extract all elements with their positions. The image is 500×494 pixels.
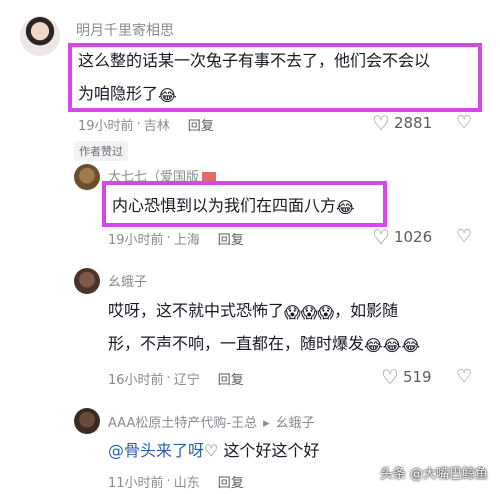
timestamp: 11小时前 [108,476,164,491]
comment-meta: 19小时前 · 上海 回复 [108,229,244,248]
avatar[interactable] [74,408,100,434]
like-count: 519 [402,368,432,386]
avatar[interactable] [74,164,100,190]
broken-heart-icon[interactable]: ♡ [456,114,472,132]
broken-heart-icon[interactable]: ♡ [456,368,472,386]
laugh-emoji-icon: 😂😂😂 [364,336,421,355]
avatar[interactable] [20,16,60,56]
comment-text: @骨头来了呀♡ 这个好这个好 [108,441,320,460]
avatar[interactable] [74,268,100,294]
timestamp: 19小时前 [108,233,164,248]
comment-meta: 16小时前 · 辽宁 回复 [108,369,244,388]
reply-button[interactable]: 回复 [218,472,244,491]
reply-button[interactable]: 回复 [188,115,214,134]
comment-text-part: 为咱隐形了 [78,84,159,103]
comment-author[interactable]: 幺蛾子 [108,271,147,290]
like-count: 2881 [393,114,433,132]
laugh-emoji-icon: 😂 [158,86,177,105]
comment-author[interactable]: 明月千里寄相思 [76,20,174,40]
location: 辽宁 [173,373,200,388]
location: 吉林 [143,119,170,134]
reply-button[interactable]: 回复 [218,369,244,388]
reply-button[interactable]: 回复 [218,229,244,248]
arrow-icon: ▸ [263,416,270,431]
flag-icon [202,172,217,181]
heart-outline-icon: ♡ [372,225,390,249]
comment-text-line: 这么整的话某一次兔子有事不去了，他们会不会以 [78,51,431,70]
like-button[interactable]: ♡ 2881 [372,113,432,133]
comment-text-part: 内心恐惧到以为我们在四面八方 [112,196,337,215]
comment-author: AAA松原土特产代购-王总 ▸ 幺蛾子 [108,412,315,431]
watermark: 头条 @大嘴巴鲸鱼 [379,467,488,482]
like-count: 1026 [393,228,433,246]
comment-meta: 11小时前 · 山东 回复 [108,472,244,491]
comment-meta: 19小时前 · 吉林 回复 [78,115,214,134]
reply-author[interactable]: AAA松原土特产代购-王总 [108,416,257,431]
comment-text: 内心恐惧到以为我们在四面八方😂 [112,189,355,222]
author-liked-badge: 作者赞过 [74,141,128,161]
location: 上海 [173,233,200,248]
reply-target[interactable]: 幺蛾子 [276,416,315,431]
heart-outline-icon: ♡ [381,365,399,389]
comment-text-line: 为咱隐形了😂 [78,77,478,110]
comment-text-line: 哎呀，这不就中式恐怖了😱😱😱，如影随 [108,301,399,322]
timestamp: 16小时前 [108,373,164,388]
timestamp: 19小时前 [78,119,134,134]
laugh-emoji-icon: 😂 [336,198,355,217]
heart-outline-icon: ♡ [372,111,390,135]
location: 山东 [173,476,200,491]
like-button[interactable]: ♡ 519 [381,367,432,387]
comment-text-line: 形，不声不响，一直都在，随时爆发😂😂😂 [108,334,421,355]
comment-text: 这么整的话某一次兔子有事不去了，他们会不会以 为咱隐形了😂 [78,44,478,110]
comment-text: 哎呀，这不就中式恐怖了😱😱😱，如影随 形，不声不响，一直都在，随时爆发😂😂😂 [108,294,488,360]
broken-heart-icon[interactable]: ♡ [456,228,472,246]
mention-link[interactable]: @骨头来了呀♡ [108,441,218,460]
scream-emoji-icon: 😱😱😱 [284,303,335,322]
like-button[interactable]: ♡ 1026 [372,227,432,247]
